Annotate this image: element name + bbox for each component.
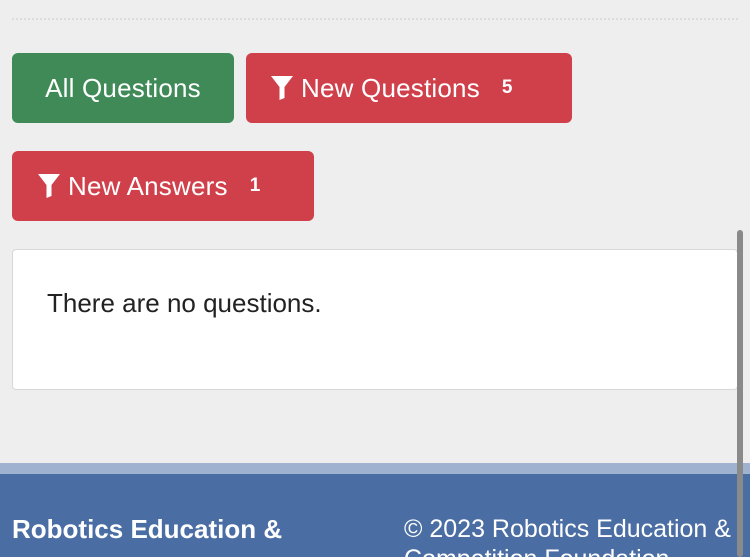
new-questions-filter-button[interactable]: New Questions 5 — [246, 53, 572, 123]
new-answers-filter-button[interactable]: New Answers 1 — [12, 151, 314, 221]
footer-copyright: © 2023 Robotics Education & Competition … — [404, 515, 731, 557]
footer: Robotics Education & © 2023 Robotics Edu… — [0, 474, 750, 557]
questions-panel: There are no questions. — [12, 249, 738, 390]
all-questions-button[interactable]: All Questions — [12, 53, 234, 123]
filter-icon — [38, 174, 60, 198]
new-questions-label: New Questions — [301, 72, 480, 103]
dotted-divider — [12, 18, 738, 20]
scrollbar[interactable] — [737, 230, 743, 557]
new-questions-count-badge: 5 — [501, 77, 513, 98]
filter-icon — [271, 76, 293, 100]
all-questions-label: All Questions — [45, 72, 201, 103]
page: All Questions New Questions 5 New Answer… — [0, 0, 750, 557]
footer-top-stripe — [0, 463, 750, 474]
new-answers-label: New Answers — [68, 170, 228, 201]
footer-org-name: Robotics Education & — [12, 514, 283, 544]
new-answers-count-badge: 1 — [249, 175, 261, 196]
empty-questions-message: There are no questions. — [47, 288, 322, 318]
